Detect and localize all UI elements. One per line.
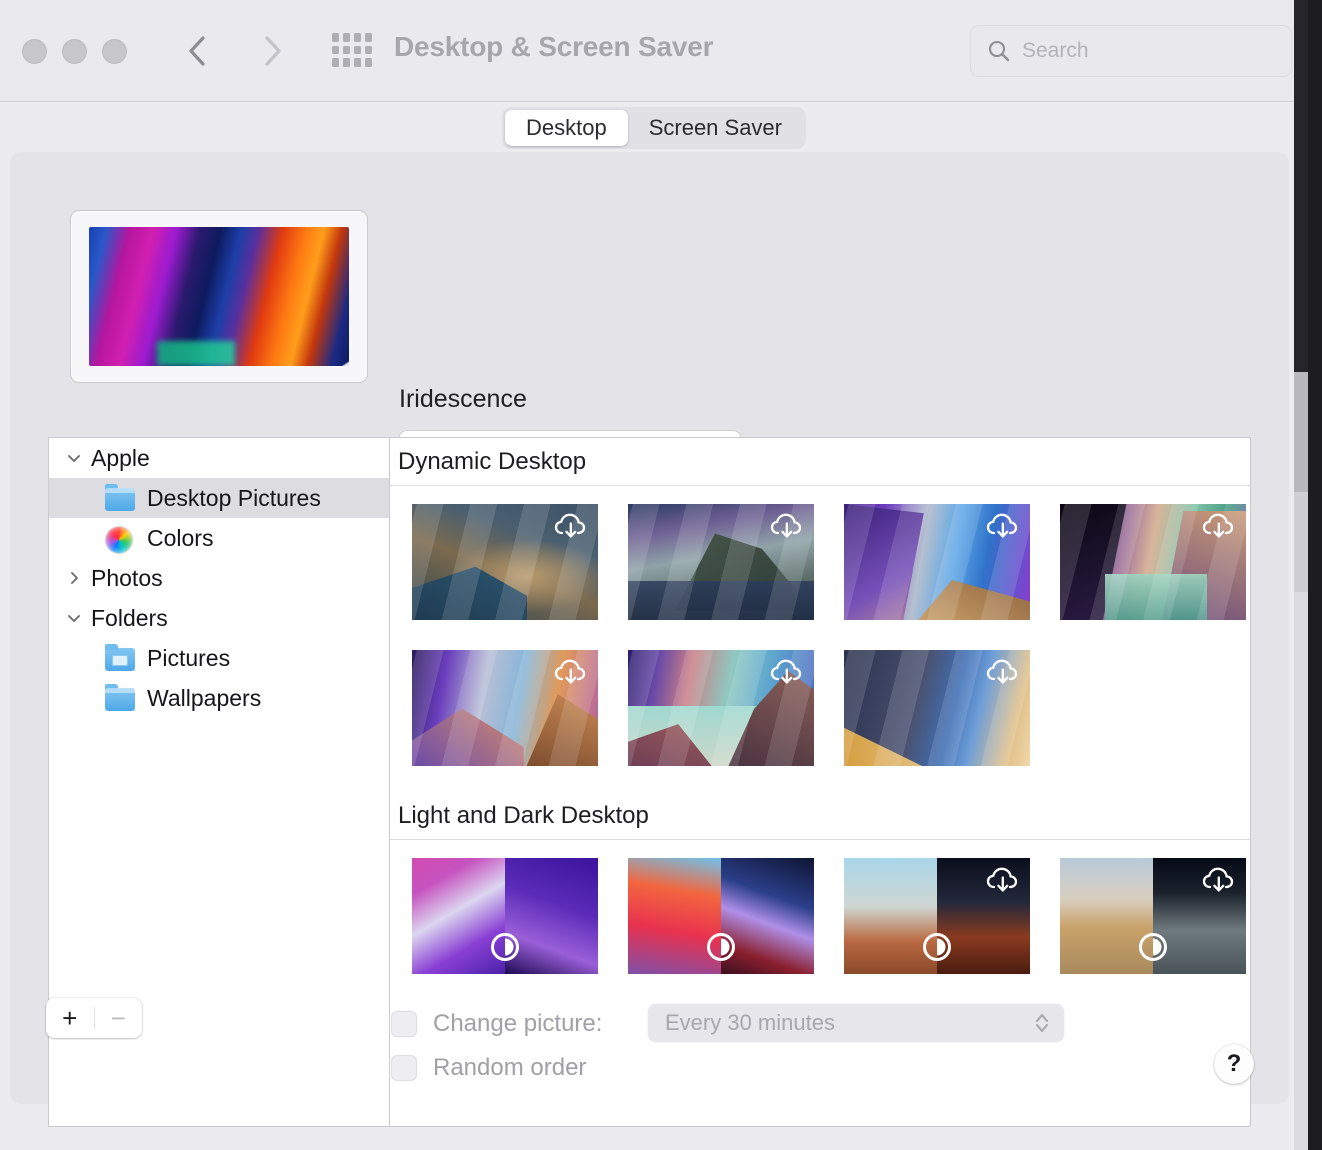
current-wallpaper-name: Iridescence [399,385,527,414]
cloud-download-icon[interactable] [553,657,589,692]
change-picture-checkbox [392,1012,416,1036]
wallpaper-thumbnail[interactable] [844,650,1030,766]
section-header-light-and-dark-desktop: Light and Dark Desktop [390,792,1250,840]
wallpaper-thumbnail[interactable] [628,650,814,766]
blue-folder-icon [103,685,137,711]
sidebar-item-label: Wallpapers [147,685,261,712]
search-field[interactable] [970,25,1292,77]
chevron-right-icon [262,34,284,68]
thumbnail-row [390,620,1250,766]
wallpaper-thumbnail[interactable] [412,858,598,974]
wallpaper-thumbnail[interactable] [844,858,1030,974]
sidebar-item-photos[interactable]: Photos [49,558,389,598]
color-wheel-icon [103,525,137,551]
cloud-download-icon[interactable] [985,865,1021,900]
thumbnail-row [390,486,1250,620]
light-dark-badge-icon [489,931,521,968]
wallpaper-preview[interactable] [70,210,368,383]
sidebar-item-desktop-pictures[interactable]: Desktop Pictures [49,478,389,518]
sidebar-item-colors[interactable]: Colors [49,518,389,558]
random-order-label: Random order [433,1054,586,1082]
sidebar-item-wallpapers[interactable]: Wallpapers [49,678,389,718]
up-down-chevron-icon [1033,1010,1051,1036]
wallpaper-thumbnail[interactable] [412,650,598,766]
background-window-edge [1294,0,1308,1150]
disclosure-chevron-down-icon[interactable] [57,609,91,627]
search-input[interactable] [1022,39,1262,63]
desktop-settings-panel: Iridescence Automatic Apple [10,152,1289,1104]
tab-bar: Desktop Screen Saver [0,102,1308,154]
cloud-download-icon[interactable] [985,511,1021,546]
wallpaper-preview-image [89,227,349,366]
page-title: Desktop & Screen Saver [394,31,713,63]
change-interval-value: Every 30 minutes [665,1010,835,1036]
wallpaper-thumbnail[interactable] [844,504,1030,620]
light-dark-badge-icon [921,931,953,968]
wallpaper-thumbnail[interactable] [1060,504,1246,620]
preview-teal-accent [157,341,235,366]
random-order-checkbox [392,1056,416,1080]
minimize-button[interactable] [62,39,87,64]
chevron-left-icon [186,34,208,68]
window-toolbar: Desktop & Screen Saver [0,0,1308,102]
search-icon [987,39,1011,63]
close-button[interactable] [22,39,47,64]
tab-screen-saver[interactable]: Screen Saver [628,110,803,146]
change-interval-popup-button: Every 30 minutes [648,1004,1064,1042]
show-all-icon[interactable] [332,33,372,67]
add-remove-folder-control[interactable]: + − [46,998,142,1038]
sidebar-item-label: Colors [147,525,213,552]
disclosure-chevron-right-icon[interactable] [57,569,91,587]
system-preferences-window: Desktop & Screen Saver Desktop Screen Sa… [0,0,1308,1150]
cloud-download-icon[interactable] [769,657,805,692]
sidebar-item-label: Apple [91,445,150,472]
pictures-folder-icon [103,645,137,671]
segmented-control: Desktop Screen Saver [502,107,806,149]
random-order-row[interactable]: Random order [392,1054,586,1082]
cloud-download-icon[interactable] [985,657,1021,692]
sidebar-item-folders[interactable]: Folders [49,598,389,638]
sidebar-item-pictures[interactable]: Pictures [49,638,389,678]
wallpaper-thumbnail[interactable] [1060,858,1246,974]
sidebar-item-label: Folders [91,605,168,632]
remove-folder-button: − [95,1005,143,1031]
light-dark-badge-icon [1137,931,1169,968]
add-folder-button[interactable]: + [46,1005,94,1031]
zoom-button[interactable] [102,39,127,64]
section-header-dynamic-desktop: Dynamic Desktop [390,438,1250,486]
sidebar-item-label: Pictures [147,645,230,672]
wallpaper-thumbnail[interactable] [412,504,598,620]
sidebar-item-label: Photos [91,565,163,592]
wallpaper-thumbnail[interactable] [628,504,814,620]
change-picture-row[interactable]: Change picture: [392,1010,602,1038]
forward-button[interactable] [252,30,294,72]
tab-desktop[interactable]: Desktop [505,110,628,146]
wallpaper-thumbnail[interactable] [628,858,814,974]
cloud-download-icon[interactable] [553,511,589,546]
light-dark-badge-icon [705,931,737,968]
cloud-download-icon[interactable] [1201,511,1237,546]
disclosure-chevron-down-icon[interactable] [57,449,91,467]
cloud-download-icon[interactable] [769,511,805,546]
cloud-download-icon[interactable] [1201,865,1237,900]
back-button[interactable] [176,30,218,72]
sidebar-item-apple[interactable]: Apple [49,438,389,478]
help-button[interactable]: ? [1214,1044,1254,1084]
blue-folder-icon [103,485,137,511]
sidebar-item-label: Desktop Pictures [147,485,321,512]
thumbnail-row [390,840,1250,974]
change-picture-label: Change picture: [433,1010,602,1038]
